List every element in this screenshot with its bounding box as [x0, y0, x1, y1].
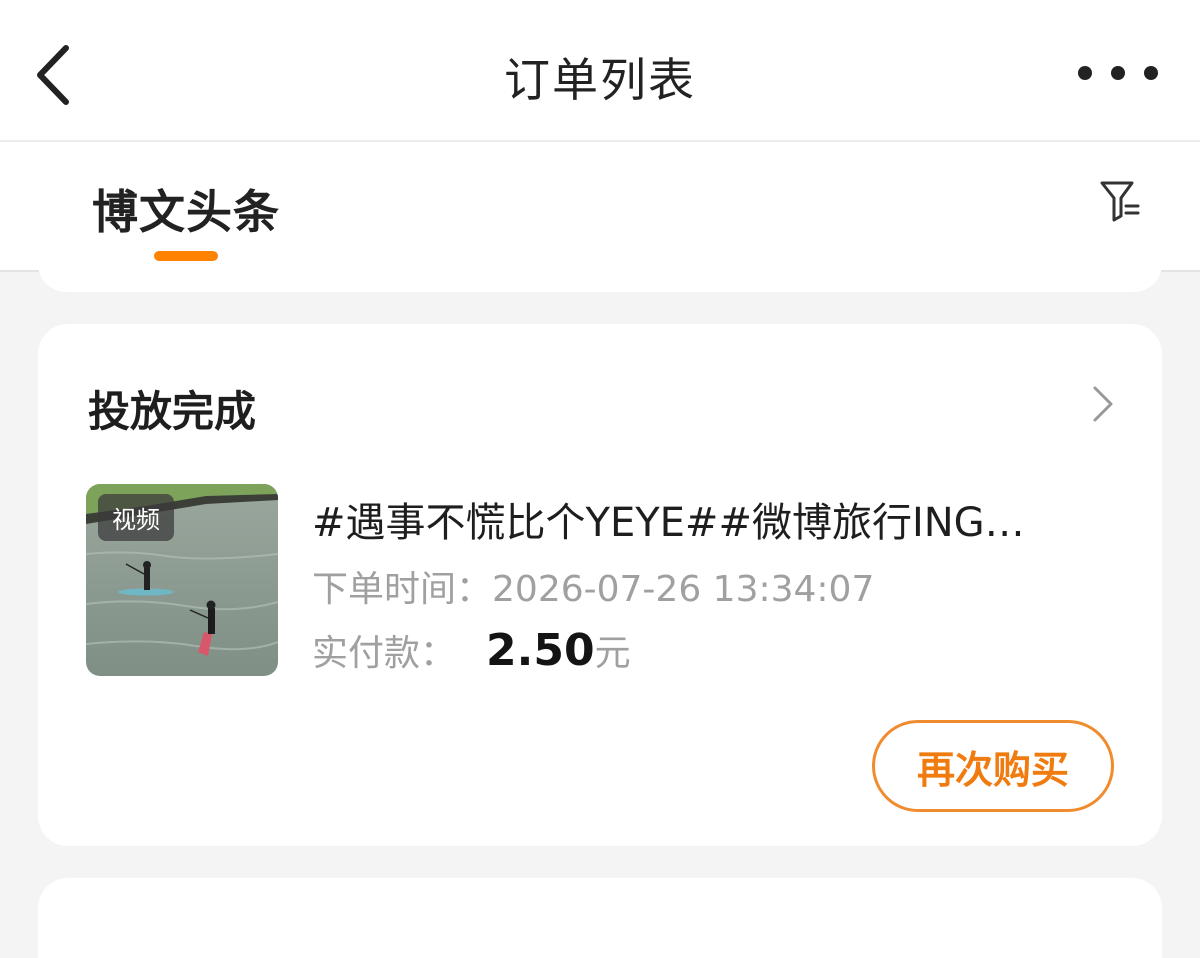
tab-bowen-toutiao[interactable]: 博文头条	[92, 176, 280, 242]
payment-amount: 2.50	[486, 625, 595, 676]
top-nav-bar: 订单列表	[0, 0, 1200, 142]
order-time-label: 下单时间：	[312, 569, 493, 610]
previous-order-card	[38, 262, 1162, 292]
page-title: 订单列表	[504, 53, 696, 107]
order-time-row: 下单时间：2026-07-26 13:34:07	[312, 560, 874, 612]
order-time-value: 2026-07-26 13:34:07	[492, 569, 875, 610]
tab-bar: 博文头条	[0, 142, 1200, 272]
filter-icon[interactable]	[1098, 178, 1142, 224]
video-thumbnail[interactable]: 视频	[86, 484, 278, 676]
order-status: 投放完成	[88, 387, 257, 436]
payment-label: 实付款：	[312, 633, 457, 674]
chevron-right-icon[interactable]	[1090, 384, 1116, 424]
payment-unit: 元	[594, 633, 631, 674]
video-badge: 视频	[98, 494, 174, 541]
payment-row: 实付款： 2.50元	[312, 624, 631, 676]
order-card: 投放完成 视频 #遇事不慌比个YEYE##微博旅行ING… 下单时间：2026-…	[38, 324, 1162, 846]
order-title[interactable]: #遇事不慌比个YEYE##微博旅行ING…	[312, 490, 1112, 548]
rebuy-button[interactable]: 再次购买	[872, 720, 1114, 812]
active-tab-indicator	[154, 251, 218, 261]
next-order-card	[38, 878, 1162, 958]
more-dots-icon[interactable]	[1078, 56, 1158, 90]
